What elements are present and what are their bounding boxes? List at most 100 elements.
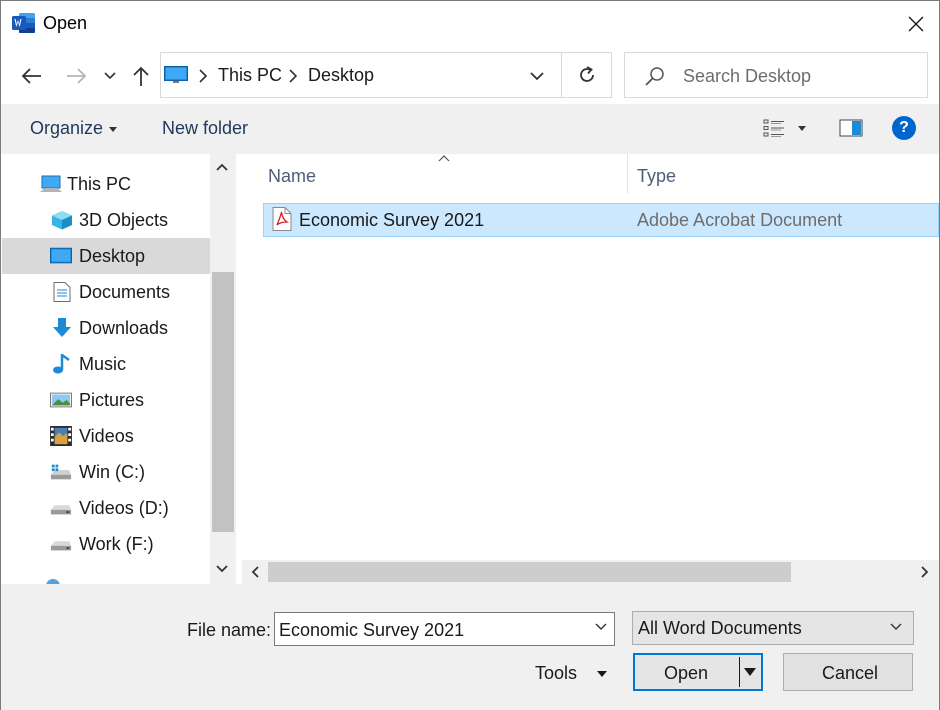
file-type-select[interactable]: All Word Documents: [632, 611, 914, 645]
open-button-label: Open: [664, 663, 709, 683]
column-header-type[interactable]: Type: [637, 166, 676, 187]
file-list-horizontal-scrollbar[interactable]: [242, 560, 939, 584]
file-row[interactable]: Economic Survey 2021 Adobe Acrobat Docum…: [263, 203, 939, 237]
nav-item-label: Desktop: [79, 246, 146, 266]
address-history-dropdown[interactable]: [524, 63, 550, 89]
nav-item-work-f[interactable]: Work (F:): [2, 526, 210, 562]
arrow-left-icon: [21, 68, 41, 84]
nav-item-this-pc[interactable]: This PC: [2, 166, 210, 202]
close-icon: [908, 16, 924, 32]
file-name-combobox[interactable]: [274, 612, 615, 646]
file-name: Economic Survey 2021: [299, 210, 485, 230]
help-icon: ?: [899, 119, 909, 136]
window-title: Open: [43, 13, 88, 33]
arrow-right-icon: [67, 68, 87, 84]
nav-pane-scrollbar[interactable]: [210, 154, 236, 584]
open-options-caret-icon[interactable]: [744, 668, 756, 676]
chevron-down-icon: [530, 71, 544, 80]
search-icon: [645, 67, 664, 86]
file-type-selected: All Word Documents: [638, 618, 802, 638]
computer-icon: [40, 175, 62, 192]
cancel-button-label: Cancel: [822, 663, 879, 683]
help-button[interactable]: ?: [892, 116, 916, 140]
details-view-icon[interactable]: [763, 117, 785, 139]
recent-locations-button[interactable]: [96, 61, 124, 91]
word-icon: [12, 13, 35, 33]
nav-item-videos-d[interactable]: Videos (D:): [2, 490, 210, 526]
new-folder-button[interactable]: New folder: [162, 118, 248, 139]
file-name-label: File name:: [187, 620, 272, 640]
cube-icon: [52, 211, 72, 230]
preview-pane-icon[interactable]: [839, 117, 863, 139]
search-box[interactable]: [624, 52, 928, 98]
nav-item-label: Downloads: [79, 318, 169, 338]
open-button[interactable]: Open: [633, 653, 763, 691]
title-bar: Open: [1, 1, 939, 47]
nav-item-label: Music: [79, 354, 127, 374]
system-drive-icon: [50, 464, 72, 480]
nav-item-videos[interactable]: Videos: [2, 418, 210, 454]
file-name-input[interactable]: [279, 618, 579, 642]
address-bar[interactable]: This PC Desktop: [160, 52, 612, 98]
caret-down-icon[interactable]: [597, 671, 607, 677]
breadcrumb-desktop[interactable]: Desktop: [308, 65, 374, 86]
close-button[interactable]: [893, 1, 939, 47]
scroll-right-icon[interactable]: [920, 566, 930, 578]
refresh-icon: [580, 66, 594, 82]
column-header-name[interactable]: Name: [268, 166, 316, 187]
refresh-button[interactable]: [563, 53, 611, 97]
download-arrow-icon: [53, 318, 71, 337]
search-input[interactable]: [683, 63, 913, 89]
nav-item-label: Win (C:): [79, 462, 145, 482]
chevron-down-icon: [104, 72, 116, 80]
caret-down-icon: [109, 127, 117, 132]
dialog-footer: File name: All Word Documents Tools Open…: [1, 584, 939, 710]
desktop-icon: [50, 247, 72, 264]
picture-icon: [50, 392, 72, 408]
computer-icon: [164, 66, 188, 83]
forward-button[interactable]: [62, 61, 92, 91]
nav-item-label: Work (F:): [79, 534, 154, 554]
chevron-down-icon[interactable]: [594, 622, 608, 632]
open-dialog: Open This PC Desktop Search Desktop Orga…: [0, 0, 940, 710]
document-icon: [53, 282, 71, 302]
nav-scrollbar-thumb[interactable]: [212, 272, 234, 532]
column-divider[interactable]: [627, 154, 628, 194]
navigation-pane: This PC 3D Objects Desktop Documents Dow…: [2, 154, 210, 584]
view-options-caret-icon[interactable]: [798, 126, 806, 131]
breadcrumb-this-pc[interactable]: This PC: [218, 65, 282, 86]
up-button[interactable]: [126, 61, 156, 91]
nav-item-label: Documents: [79, 282, 171, 302]
chevron-right-icon: [199, 69, 208, 83]
organize-button[interactable]: Organize: [30, 118, 103, 139]
cancel-button[interactable]: Cancel: [783, 653, 913, 691]
drive-icon: [50, 505, 72, 515]
nav-item-pictures[interactable]: Pictures: [2, 382, 210, 418]
scroll-down-icon[interactable]: [215, 564, 229, 574]
horizontal-scrollbar-thumb[interactable]: [268, 562, 791, 582]
nav-item-win-c[interactable]: Win (C:): [2, 454, 210, 490]
nav-item-music[interactable]: Music: [2, 346, 210, 382]
split-button-divider: [739, 657, 740, 687]
arrow-up-icon: [133, 66, 149, 86]
nav-item-label: Pictures: [79, 390, 145, 410]
address-divider: [561, 53, 562, 97]
music-note-icon: [53, 354, 70, 374]
nav-item-label: Videos: [79, 426, 134, 446]
file-type: Adobe Acrobat Document: [637, 210, 843, 230]
back-button[interactable]: [16, 61, 46, 91]
nav-item-desktop[interactable]: Desktop: [2, 238, 210, 274]
nav-item-label: This PC: [67, 174, 132, 194]
nav-item-label: 3D Objects: [79, 210, 169, 230]
nav-item-3d-objects[interactable]: 3D Objects: [2, 202, 210, 238]
nav-item-documents[interactable]: Documents: [2, 274, 210, 310]
drive-icon: [50, 541, 72, 551]
tools-button[interactable]: Tools: [535, 663, 577, 684]
scroll-up-icon[interactable]: [215, 162, 229, 172]
chevron-right-icon: [289, 69, 298, 83]
nav-item-downloads[interactable]: Downloads: [2, 310, 210, 346]
film-icon: [50, 426, 72, 446]
command-bar: Organize New folder ?: [1, 104, 939, 154]
file-list: Name Type Economic Survey 2021 Adobe Acr…: [242, 154, 939, 560]
scroll-left-icon[interactable]: [250, 566, 260, 578]
